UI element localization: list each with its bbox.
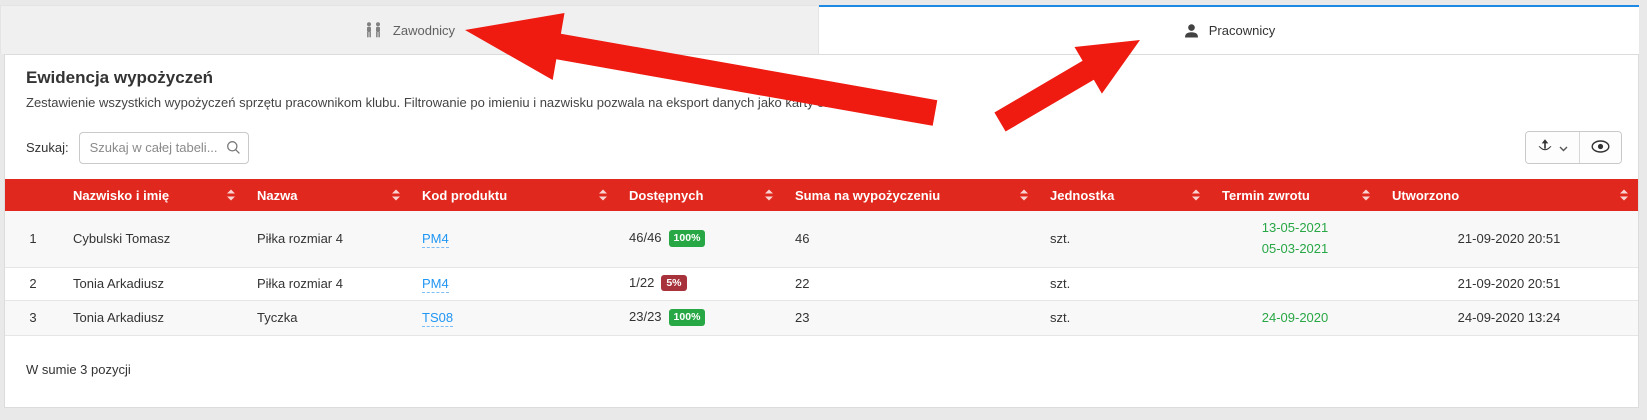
sort-icon[interactable] (227, 190, 235, 201)
cell-sum: 46 (783, 211, 1038, 267)
chevron-down-icon (1559, 140, 1568, 155)
cell-product-name: Piłka rozmiar 4 (245, 267, 410, 300)
cell-return-date: 24-09-2020 (1210, 300, 1380, 336)
product-code-link[interactable]: TS08 (422, 310, 453, 327)
return-date: 24-09-2020 (1222, 308, 1368, 329)
sort-icon[interactable] (1362, 190, 1370, 201)
column-header-unit[interactable]: Jednostka (1038, 179, 1210, 211)
cell-row-index: 3 (5, 300, 61, 336)
column-header-available[interactable]: Dostępnych (617, 179, 783, 211)
column-header-label: Dostępnych (629, 188, 703, 203)
sort-icon[interactable] (765, 190, 773, 201)
return-date: 13-05-2021 (1222, 218, 1368, 239)
availability-badge: 100% (669, 309, 706, 326)
tab-label-pracownicy: Pracownicy (1209, 23, 1275, 38)
cell-unit: szt. (1038, 300, 1210, 336)
cell-return-date (1210, 267, 1380, 300)
cell-unit: szt. (1038, 211, 1210, 267)
return-date: 05-03-2021 (1222, 239, 1368, 260)
loans-panel: Ewidencja wypożyczeń Zestawienie wszystk… (4, 54, 1639, 408)
cell-product-code: PM4 (410, 267, 617, 300)
cell-sum: 22 (783, 267, 1038, 300)
cell-product-code: TS08 (410, 300, 617, 336)
cell-return-date: 13-05-202105-03-2021 (1210, 211, 1380, 267)
tab-pracownicy[interactable]: Pracownicy (819, 5, 1639, 54)
sort-icon[interactable] (1192, 190, 1200, 201)
column-header-label: Nazwisko i imię (73, 188, 169, 203)
column-header-label: Utworzono (1392, 188, 1459, 203)
search-icon (226, 140, 241, 158)
export-icon (1537, 138, 1553, 157)
column-header-sum[interactable]: Suma na wypożyczeniu (783, 179, 1038, 211)
table-header-row: Nazwisko i imię Nazwa Kod produktu Dostę… (5, 179, 1638, 211)
cell-product-name: Tyczka (245, 300, 410, 336)
cell-created: 21-09-2020 20:51 (1380, 211, 1638, 267)
column-header-label: Termin zwrotu (1222, 188, 1310, 203)
cell-unit: szt. (1038, 267, 1210, 300)
cell-row-index: 1 (5, 211, 61, 267)
column-header-return-date[interactable]: Termin zwrotu (1210, 179, 1380, 211)
two-people-icon (364, 22, 384, 38)
table-row[interactable]: 1Cybulski TomaszPiłka rozmiar 4 PM4 46/46 1… (5, 211, 1638, 267)
product-code-link[interactable]: PM4 (422, 231, 449, 248)
tab-label-zawodnicy: Zawodnicy (393, 23, 455, 38)
column-header-code[interactable]: Kod produktu (410, 179, 617, 211)
cell-sum: 23 (783, 300, 1038, 336)
table-summary: W sumie 3 pozycji (5, 336, 1638, 403)
cell-product-name: Piłka rozmiar 4 (245, 211, 410, 267)
cell-name: Cybulski Tomasz (61, 211, 245, 267)
search-input[interactable] (79, 132, 249, 164)
person-icon (1183, 23, 1200, 39)
cell-name: Tonia Arkadiusz (61, 300, 245, 336)
column-header-name[interactable]: Nazwisko i imię (61, 179, 245, 211)
eye-icon (1591, 140, 1610, 156)
export-button[interactable] (1526, 132, 1579, 163)
cell-created: 21-09-2020 20:51 (1380, 267, 1638, 300)
cell-available: 1/22 5% (617, 267, 783, 300)
cell-created: 24-09-2020 13:24 (1380, 300, 1638, 336)
loans-table: Nazwisko i imię Nazwa Kod produktu Dostę… (5, 179, 1638, 336)
cell-product-code: PM4 (410, 211, 617, 267)
tab-bar: Zawodnicy Pracownicy (0, 5, 1639, 54)
column-header-product[interactable]: Nazwa (245, 179, 410, 211)
cell-available: 46/46 100% (617, 211, 783, 267)
available-count: 23/23 (629, 309, 662, 324)
column-header-label: Suma na wypożyczeniu (795, 188, 940, 203)
page-title: Ewidencja wypożyczeń (26, 68, 1618, 88)
available-count: 1/22 (629, 275, 654, 290)
availability-badge: 100% (669, 230, 706, 247)
availability-badge: 5% (661, 275, 686, 292)
cell-row-index: 2 (5, 267, 61, 300)
column-header-label: Jednostka (1050, 188, 1114, 203)
column-header-label: Nazwa (257, 188, 297, 203)
tab-zawodnicy[interactable]: Zawodnicy (0, 5, 819, 54)
column-header-label: Kod produktu (422, 188, 507, 203)
sort-icon[interactable] (1020, 190, 1028, 201)
cell-available: 23/23 100% (617, 300, 783, 336)
table-body: 1Cybulski TomaszPiłka rozmiar 4 PM4 46/46 1… (5, 211, 1638, 336)
available-count: 46/46 (629, 230, 662, 245)
column-header-index (5, 179, 61, 211)
table-row[interactable]: 2Tonia ArkadiuszPiłka rozmiar 4 PM4 1/22 5%… (5, 267, 1638, 300)
sort-icon[interactable] (392, 190, 400, 201)
sort-icon[interactable] (599, 190, 607, 201)
product-code-link[interactable]: PM4 (422, 276, 449, 293)
cell-name: Tonia Arkadiusz (61, 267, 245, 300)
table-toolbar (1525, 131, 1622, 164)
column-header-created[interactable]: Utworzono (1380, 179, 1638, 211)
page-subtitle: Zestawienie wszystkich wypożyczeń sprzęt… (26, 95, 1618, 110)
visibility-button[interactable] (1579, 132, 1621, 163)
sort-icon[interactable] (1620, 190, 1628, 201)
table-row[interactable]: 3Tonia ArkadiuszTyczka TS08 23/23 100% 23szt… (5, 300, 1638, 336)
search-label: Szukaj: (26, 140, 69, 155)
